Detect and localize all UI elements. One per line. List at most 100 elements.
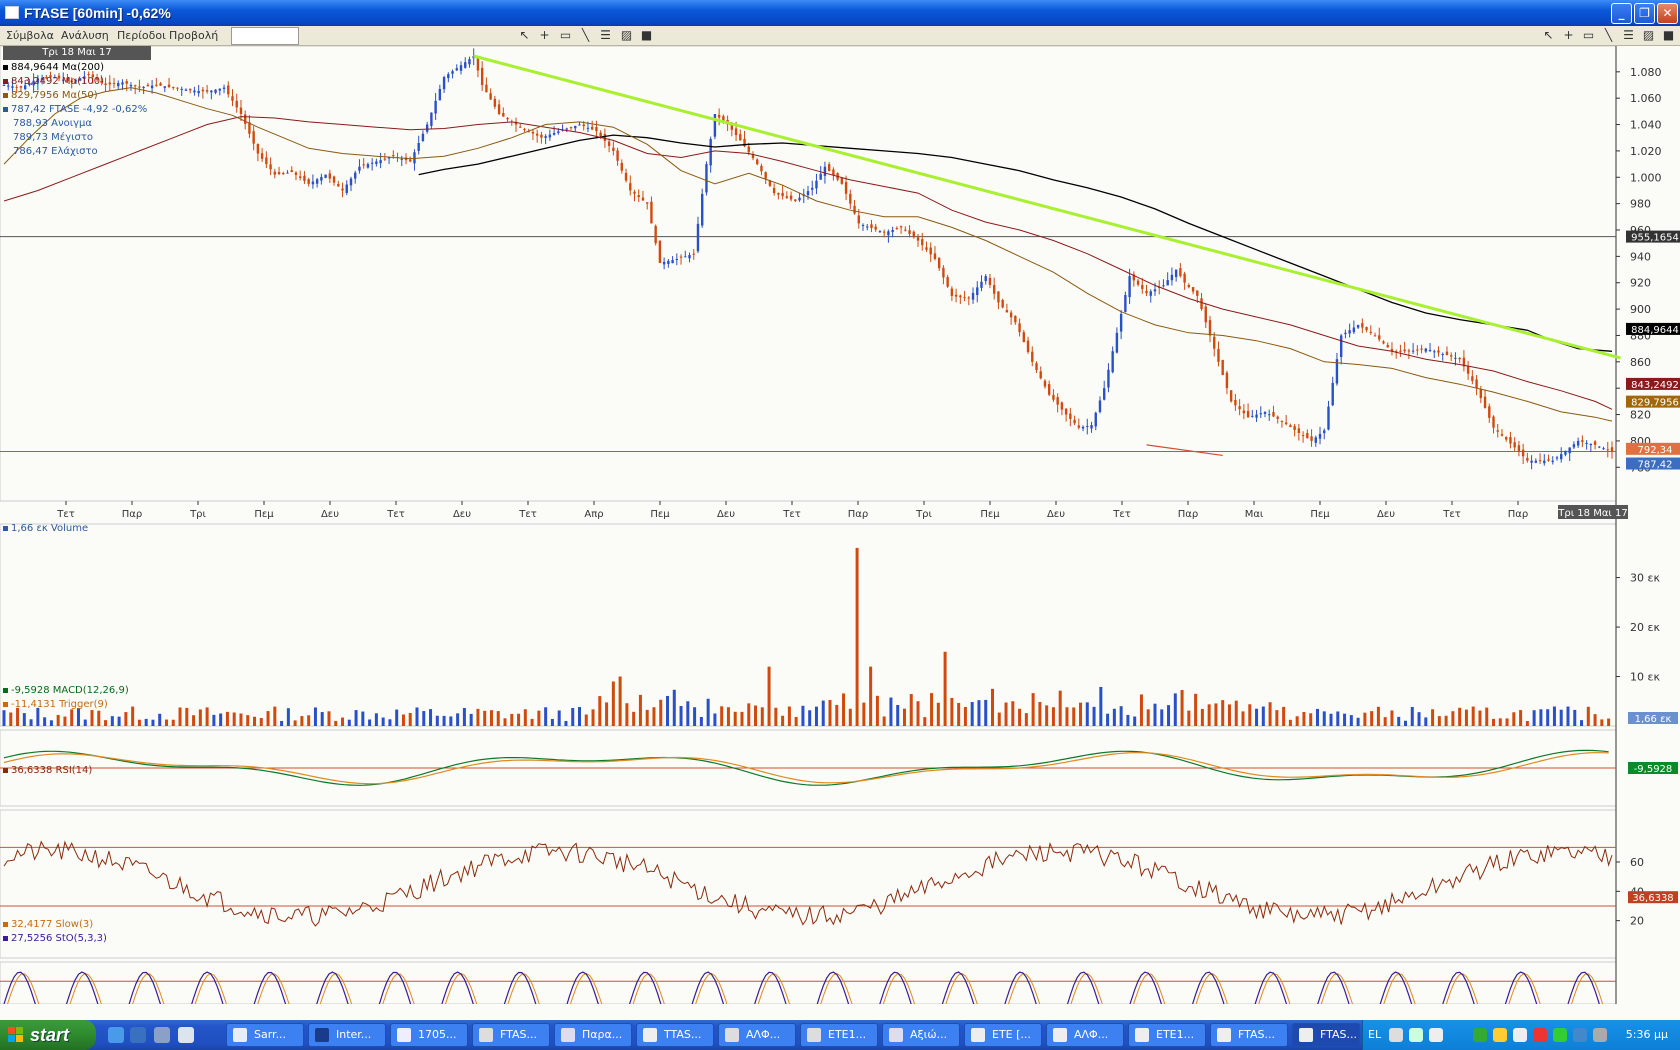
language-indicator[interactable]: EL <box>1368 1028 1381 1041</box>
rectangle-tool-icon-right[interactable]: ▭ <box>1580 27 1597 44</box>
volume-bar <box>598 696 602 726</box>
task-label: ΑΛΦ... <box>746 1028 781 1041</box>
volume-bar <box>1079 702 1083 726</box>
tray-icon-9[interactable] <box>1573 1028 1587 1042</box>
candle-body <box>967 297 970 299</box>
ie2-quicklaunch-icon[interactable] <box>130 1027 146 1043</box>
line-tool-icon-right[interactable]: ╲ <box>1600 27 1617 44</box>
tray-icon-3[interactable] <box>1429 1028 1443 1042</box>
start-button[interactable]: start <box>0 1020 96 1050</box>
chart-tool-icon-right[interactable]: ▨ <box>1640 27 1657 44</box>
volume-bar <box>611 681 615 726</box>
pointer-tool-icon-right[interactable]: ↖ <box>1540 27 1557 44</box>
symbol-input[interactable] <box>231 27 299 45</box>
tray-icon-8[interactable] <box>1553 1028 1567 1042</box>
candle-body <box>1052 394 1055 400</box>
x-tick-label: Δευ <box>321 509 339 520</box>
volume-bar <box>1282 706 1286 726</box>
taskbar-task-button[interactable]: TTAS... <box>636 1023 714 1047</box>
candle-body <box>370 162 374 164</box>
candle-body <box>747 146 750 153</box>
candle-body <box>409 159 412 162</box>
volume-bar <box>1464 709 1468 726</box>
taskbar-task-button[interactable]: ETE [... <box>964 1023 1042 1047</box>
menu-symbols[interactable]: Σύμβολα <box>6 29 54 42</box>
volume-bar <box>1370 711 1374 726</box>
line-tool-icon[interactable]: ╲ <box>577 27 594 44</box>
tray-icon-7[interactable] <box>1533 1028 1547 1042</box>
candle-body <box>227 85 230 95</box>
pointer-tool-icon[interactable]: ↖ <box>516 27 533 44</box>
candle-body <box>650 201 653 224</box>
candle-body <box>658 240 662 263</box>
menu-view[interactable]: Προβολή <box>169 29 218 42</box>
taskbar-task-button[interactable]: FTAS... <box>1292 1023 1360 1047</box>
candle-body <box>882 231 886 233</box>
taskbar-task-button[interactable]: 1705... <box>390 1023 468 1047</box>
volume-bar <box>537 710 541 726</box>
taskbar-task-button[interactable]: FTAS... <box>472 1023 550 1047</box>
taskbar-task-button[interactable]: ETE1... <box>800 1023 878 1047</box>
volume-bar <box>632 711 636 726</box>
candle-body <box>1022 332 1026 343</box>
volume-bar <box>1024 713 1028 726</box>
rectangle-tool-icon[interactable]: ▭ <box>557 27 574 44</box>
volume-bar <box>645 709 649 726</box>
tray-icon-4[interactable] <box>1473 1028 1487 1042</box>
volume-bar <box>347 719 351 726</box>
tray-icon-6[interactable] <box>1513 1028 1527 1042</box>
volume-bar <box>1058 690 1062 726</box>
taskbar-task-button[interactable]: Inter... <box>308 1023 386 1047</box>
tray-icon-1[interactable] <box>1389 1028 1403 1042</box>
save-icon[interactable]: ■ <box>638 27 655 44</box>
macd-current-label: -9,5928 <box>1634 764 1673 775</box>
list-tool-icon[interactable]: ☰ <box>597 27 614 44</box>
app-quicklaunch-icon[interactable] <box>154 1027 170 1043</box>
close-button[interactable]: ✕ <box>1657 3 1678 24</box>
menu-analysis[interactable]: Ανάλυση <box>61 29 109 42</box>
macd-legend: -9,5928 MACD(12,26,9) -11,4131 Trigger(9… <box>3 684 129 712</box>
candle-body <box>260 153 264 159</box>
taskbar-task-button[interactable]: Sarr... <box>226 1023 304 1047</box>
menu-periods[interactable]: Περίοδοι <box>117 29 166 42</box>
volume-bar <box>1552 706 1556 726</box>
candle-body <box>565 128 568 130</box>
candle-body <box>1204 306 1207 323</box>
taskbar-task-button[interactable]: Παρα... <box>554 1023 632 1047</box>
crosshair-tool-icon[interactable]: + <box>536 27 553 44</box>
save-icon-right[interactable]: ■ <box>1660 27 1677 44</box>
candle-body <box>1483 396 1487 408</box>
chart-area[interactable]: 7808008208608809009209409609801.0001.020… <box>0 46 1680 1004</box>
candle-body <box>1136 280 1140 285</box>
taskbar-task-button[interactable]: Αξιώ... <box>882 1023 960 1047</box>
x-tick-label: Παρ <box>1178 509 1198 520</box>
chart-tool-icon[interactable]: ▨ <box>618 27 635 44</box>
tray-icon-2[interactable] <box>1409 1028 1423 1042</box>
taskbar-task-button[interactable]: ΑΛΦ... <box>718 1023 796 1047</box>
volume-bar <box>137 719 141 726</box>
taskbar-task-button[interactable]: ETE1... <box>1128 1023 1206 1047</box>
candle-body <box>1208 320 1212 336</box>
candle-body <box>358 166 361 171</box>
tray-icon-10[interactable] <box>1593 1028 1607 1042</box>
taskbar-task-button[interactable]: FTAS... <box>1210 1023 1288 1047</box>
minimize-button[interactable]: _ <box>1611 3 1632 24</box>
candle-body <box>1115 332 1119 353</box>
volume-bar <box>916 701 920 726</box>
volume-bar <box>1349 715 1353 726</box>
taskbar-task-button[interactable]: ΑΛΦ... <box>1046 1023 1124 1047</box>
candle-body <box>1526 457 1529 461</box>
crosshair-tool-icon-right[interactable]: + <box>1560 27 1577 44</box>
candle-body <box>662 261 666 265</box>
x-tick-label: Τετ <box>386 509 405 520</box>
restore-button[interactable]: ❐ <box>1634 3 1655 24</box>
chart-canvas[interactable]: 7808008208608809009209409609801.0001.020… <box>0 46 1680 1004</box>
legend-swatch <box>3 64 8 70</box>
volume-bar <box>307 715 311 726</box>
candle-body <box>785 196 789 198</box>
list-tool-icon-right[interactable]: ☰ <box>1620 27 1637 44</box>
tray-icon-5[interactable] <box>1493 1028 1507 1042</box>
candle-body <box>607 141 611 146</box>
desktop-quicklaunch-icon[interactable] <box>178 1027 194 1043</box>
ie-quicklaunch-icon[interactable] <box>108 1027 124 1043</box>
